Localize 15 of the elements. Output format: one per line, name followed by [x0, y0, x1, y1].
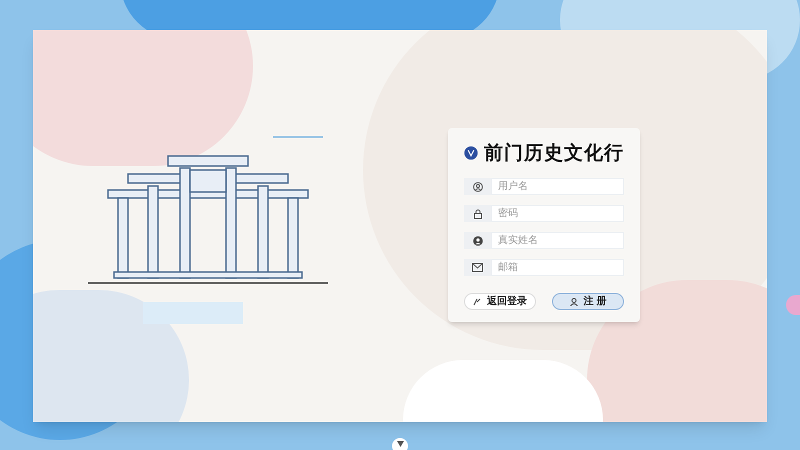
back-to-login-button[interactable]: 返回登录 [464, 293, 536, 310]
register-button[interactable]: 注 册 [552, 293, 624, 310]
caret-icon [396, 441, 404, 447]
input-field[interactable]: 邮箱 [491, 259, 624, 276]
scroll-down-button[interactable] [392, 438, 408, 450]
decor-line [273, 136, 323, 138]
input-field[interactable]: 真实姓名 [491, 232, 624, 249]
person-icon [472, 236, 482, 246]
mail-icon [472, 263, 483, 272]
user-icon [570, 298, 578, 306]
input-field[interactable]: 用户名 [491, 178, 624, 195]
user-icon [472, 182, 482, 192]
site-title: 前门历史文化行 [484, 140, 624, 166]
input-field[interactable]: 密码 [491, 205, 624, 222]
lock-icon [472, 208, 482, 218]
